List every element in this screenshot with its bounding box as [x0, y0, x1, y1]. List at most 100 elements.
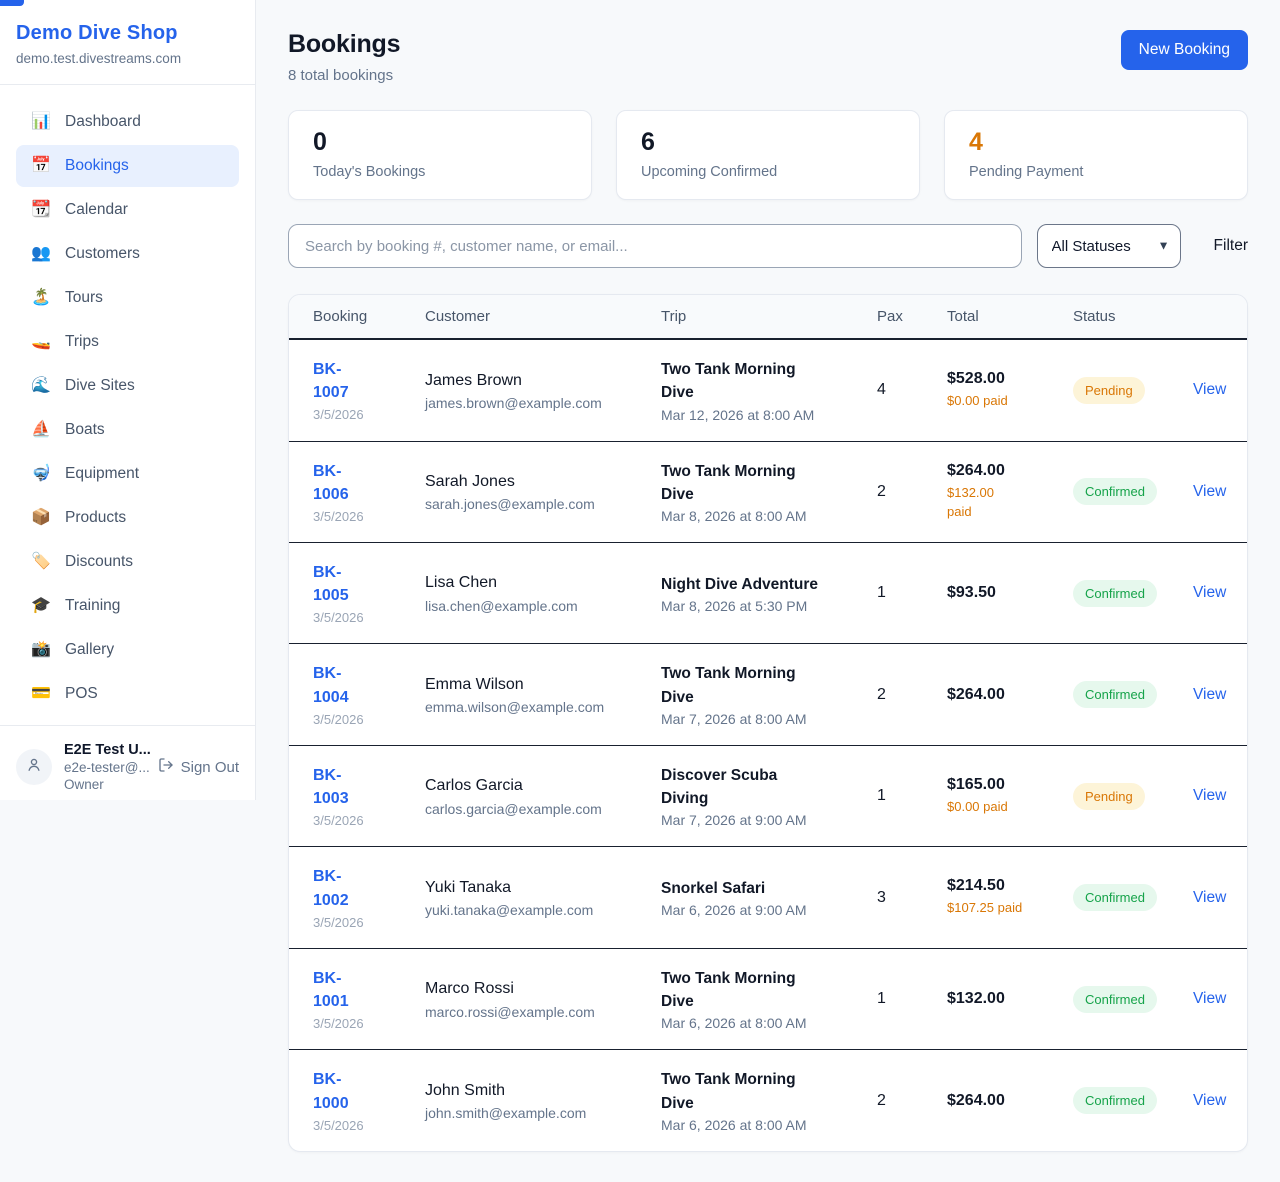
- view-cell: View: [1169, 644, 1248, 746]
- page-header: Bookings 8 total bookings New Booking: [288, 30, 1248, 84]
- pax-value: 1: [877, 584, 886, 601]
- nav-icon: 👥: [30, 246, 52, 262]
- nav-icon: 📆: [30, 202, 52, 218]
- sidebar-item-label: Discounts: [65, 553, 133, 571]
- nav-icon: 🤿: [30, 466, 52, 482]
- status-badge: Confirmed: [1073, 986, 1157, 1013]
- page-title: Bookings: [288, 30, 400, 59]
- pax-value: 2: [877, 1092, 886, 1109]
- booking-id-link[interactable]: BK- 1006: [313, 460, 349, 506]
- status-filter-select[interactable]: All Statuses: [1037, 224, 1181, 268]
- sidebar-item-dashboard[interactable]: 📊 Dashboard: [16, 101, 239, 143]
- customer-email: yuki.tanaka@example.com: [425, 902, 613, 918]
- customer-cell: Marco Rossi marco.rossi@example.com: [401, 948, 637, 1050]
- view-link[interactable]: View: [1193, 990, 1226, 1008]
- pax-cell: 2: [853, 644, 923, 746]
- trip-cell: Two Tank Morning Dive Mar 8, 2026 at 8:0…: [637, 441, 853, 543]
- total-amount: $132.00: [947, 990, 1025, 1008]
- booking-cell: BK- 1005 3/5/2026: [289, 543, 401, 644]
- customer-name: Sarah Jones: [425, 471, 613, 493]
- sidebar-item-trips[interactable]: 🚤 Trips: [16, 321, 239, 363]
- nav-icon: 📊: [30, 114, 52, 130]
- user-role: Owner: [64, 777, 146, 792]
- trip-cell: Night Dive Adventure Mar 8, 2026 at 5:30…: [637, 543, 853, 644]
- status-badge: Pending: [1073, 783, 1145, 810]
- sidebar-item-products[interactable]: 📦 Products: [16, 497, 239, 539]
- pax-cell: 2: [853, 1050, 923, 1151]
- sidebar-item-calendar[interactable]: 📆 Calendar: [16, 189, 239, 231]
- sidebar-item-customers[interactable]: 👥 Customers: [16, 233, 239, 275]
- booking-date: 3/5/2026: [313, 509, 377, 524]
- pax-cell: 1: [853, 745, 923, 847]
- view-link[interactable]: View: [1193, 686, 1226, 704]
- sidebar: Demo Dive Shop demo.test.divestreams.com…: [0, 0, 256, 800]
- sidebar-item-label: Products: [65, 509, 126, 527]
- trip-name: Two Tank Morning Dive: [661, 662, 829, 709]
- sidebar-item-discounts[interactable]: 🏷️ Discounts: [16, 541, 239, 583]
- booking-id-link[interactable]: BK- 1005: [313, 561, 349, 607]
- sidebar-item-bookings[interactable]: 📅 Bookings: [16, 145, 239, 187]
- booking-id-link[interactable]: BK- 1003: [313, 764, 349, 810]
- sidebar-item-equipment[interactable]: 🤿 Equipment: [16, 453, 239, 495]
- view-link[interactable]: View: [1193, 1092, 1226, 1110]
- total-cell: $165.00 $0.00 paid: [923, 745, 1049, 847]
- sidebar-item-pos[interactable]: 💳 POS: [16, 673, 239, 715]
- new-booking-button[interactable]: New Booking: [1121, 30, 1248, 70]
- view-link[interactable]: View: [1193, 889, 1226, 907]
- total-cell: $528.00 $0.00 paid: [923, 339, 1049, 441]
- booking-cell: BK-1001 3/5/2026: [289, 948, 401, 1050]
- view-link[interactable]: View: [1193, 381, 1226, 399]
- booking-id-link[interactable]: BK-1001: [313, 967, 377, 1013]
- nav-icon: 📦: [30, 510, 52, 526]
- customer-name: Emma Wilson: [425, 674, 613, 696]
- trip-name: Discover Scuba Diving: [661, 764, 829, 811]
- trip-name: Two Tank Morning Dive: [661, 967, 829, 1014]
- view-cell: View: [1169, 339, 1248, 441]
- view-link[interactable]: View: [1193, 584, 1226, 602]
- total-cell: $214.50 $107.25 paid: [923, 847, 1049, 948]
- customer-cell: Lisa Chen lisa.chen@example.com: [401, 543, 637, 644]
- paid-amount: $107.25 paid: [947, 899, 1025, 918]
- table-row: BK- 1000 3/5/2026 John Smith john.smith@…: [289, 1050, 1248, 1151]
- table-row: BK-1007 3/5/2026 James Brown james.brown…: [289, 339, 1248, 441]
- view-link[interactable]: View: [1193, 787, 1226, 805]
- table-row: BK- 1005 3/5/2026 Lisa Chen lisa.chen@ex…: [289, 543, 1248, 644]
- status-cell: Pending: [1049, 339, 1169, 441]
- sidebar-item-label: Equipment: [65, 465, 139, 483]
- sign-out-button[interactable]: Sign Out: [158, 757, 239, 777]
- sidebar-nav: 📊 Dashboard 📅 Bookings 📆 Calendar 👥 Cust…: [0, 85, 255, 725]
- booking-cell: BK- 1004 3/5/2026: [289, 644, 401, 746]
- sidebar-item-label: Calendar: [65, 201, 128, 219]
- sidebar-item-gallery[interactable]: 📸 Gallery: [16, 629, 239, 671]
- status-badge: Confirmed: [1073, 1087, 1157, 1114]
- trip-name: Two Tank Morning Dive: [661, 460, 829, 507]
- booking-id-link[interactable]: BK- 1004: [313, 662, 349, 708]
- sidebar-item-dive-sites[interactable]: 🌊 Dive Sites: [16, 365, 239, 407]
- pax-value: 3: [877, 889, 886, 906]
- booking-id-link[interactable]: BK- 1000: [313, 1068, 349, 1114]
- nav-icon: 📅: [30, 158, 52, 174]
- sidebar-item-boats[interactable]: ⛵ Boats: [16, 409, 239, 451]
- sidebar-item-label: Training: [65, 597, 120, 615]
- status-cell: Confirmed: [1049, 948, 1169, 1050]
- sidebar-item-tours[interactable]: 🏝️ Tours: [16, 277, 239, 319]
- booking-id-link[interactable]: BK-1007: [313, 358, 377, 404]
- stats-row: 0 Today's Bookings 6 Upcoming Confirmed …: [288, 110, 1248, 200]
- trip-datetime: Mar 6, 2026 at 8:00 AM: [661, 1117, 829, 1133]
- customer-cell: Sarah Jones sarah.jones@example.com: [401, 441, 637, 543]
- total-amount: $93.50: [947, 584, 1025, 602]
- total-amount: $264.00: [947, 686, 1025, 704]
- sidebar-item-label: Gallery: [65, 641, 114, 659]
- sign-out-label: Sign Out: [181, 759, 239, 776]
- view-link[interactable]: View: [1193, 483, 1226, 501]
- booking-id-link[interactable]: BK- 1002: [313, 865, 349, 911]
- view-cell: View: [1169, 745, 1248, 847]
- controls-row: All Statuses ▼ Filter: [288, 224, 1248, 268]
- customer-email: marco.rossi@example.com: [425, 1004, 613, 1020]
- filter-button[interactable]: Filter: [1214, 237, 1248, 255]
- table-row: BK-1001 3/5/2026 Marco Rossi marco.rossi…: [289, 948, 1248, 1050]
- avatar: [16, 749, 52, 785]
- paid-amount: $0.00 paid: [947, 392, 1025, 411]
- search-input[interactable]: [288, 224, 1022, 268]
- sidebar-item-training[interactable]: 🎓 Training: [16, 585, 239, 627]
